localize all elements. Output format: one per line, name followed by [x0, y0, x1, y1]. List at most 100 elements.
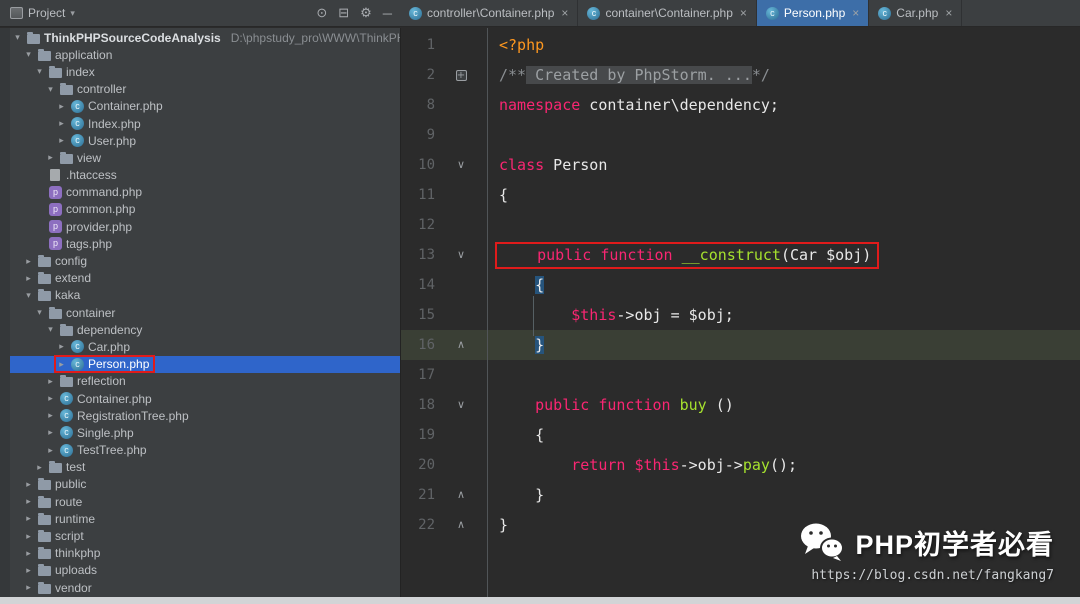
tree-collapsed-arrow-icon[interactable]: ▸ — [23, 479, 34, 490]
fold-down-icon[interactable]: ∨ — [435, 240, 487, 270]
tree-item-extend[interactable]: ▸ extend — [10, 270, 400, 287]
code-text[interactable]: public function buy () — [487, 396, 734, 414]
tree-item-container-php[interactable]: ▸ c Container.php — [10, 98, 400, 115]
tree-item-htaccess[interactable]: .htaccess — [10, 167, 400, 184]
tree-collapsed-arrow-icon[interactable]: ▸ — [23, 548, 34, 559]
project-tool-window-icon[interactable] — [10, 7, 23, 19]
tree-collapsed-arrow-icon[interactable]: ▸ — [56, 118, 67, 129]
tree-collapsed-arrow-icon[interactable]: ▸ — [23, 256, 34, 267]
tree-item-reflection[interactable]: ▸ reflection — [10, 373, 400, 390]
code-text[interactable]: { — [487, 426, 544, 444]
code-text[interactable]: { — [487, 186, 508, 204]
tree-item-command-php[interactable]: p command.php — [10, 184, 400, 201]
close-tab-icon[interactable]: × — [740, 6, 747, 20]
tree-expanded-arrow-icon[interactable]: ▾ — [23, 49, 34, 60]
tree-collapsed-arrow-icon[interactable]: ▸ — [23, 273, 34, 284]
tree-item-route[interactable]: ▸ route — [10, 493, 400, 510]
tree-item-registrationtree-php[interactable]: ▸ c RegistrationTree.php — [10, 407, 400, 424]
tree-collapsed-arrow-icon[interactable]: ▸ — [23, 531, 34, 542]
code-text[interactable]: <?php — [487, 36, 544, 54]
tree-collapsed-arrow-icon[interactable]: ▸ — [45, 410, 56, 421]
fold-up-icon[interactable]: ∧ — [435, 510, 487, 540]
fold-plus-icon[interactable]: + — [435, 60, 487, 90]
tree-item-config[interactable]: ▸ config — [10, 252, 400, 269]
tree-item-user-php[interactable]: ▸ c User.php — [10, 132, 400, 149]
tree-item-index-php[interactable]: ▸ c Index.php — [10, 115, 400, 132]
tree-collapsed-arrow-icon[interactable]: ▸ — [56, 359, 67, 370]
code-text[interactable] — [487, 126, 499, 144]
tree-item-runtime[interactable]: ▸ runtime — [10, 510, 400, 527]
editor-tab-person-php[interactable]: c Person.php × — [756, 0, 870, 26]
fold-up-icon[interactable]: ∧ — [435, 330, 487, 360]
tree-item-tags-php[interactable]: p tags.php — [10, 235, 400, 252]
tree-item-view[interactable]: ▸ view — [10, 149, 400, 166]
tree-collapsed-arrow-icon[interactable]: ▸ — [56, 101, 67, 112]
code-text[interactable]: /** Created by PhpStorm. ...*/ — [487, 66, 770, 84]
fold-down-icon[interactable]: ∨ — [435, 390, 487, 420]
fold-down-icon[interactable]: ∨ — [435, 150, 487, 180]
code-text[interactable] — [487, 216, 499, 234]
project-dropdown-caret-icon[interactable]: ▾ — [70, 8, 75, 19]
tree-item-common-php[interactable]: p common.php — [10, 201, 400, 218]
collapse-all-icon[interactable]: ⊟ — [338, 5, 349, 21]
tree-item-car-php[interactable]: ▸ c Car.php — [10, 338, 400, 355]
code-text[interactable]: { — [487, 276, 545, 294]
tree-item-provider-php[interactable]: p provider.php — [10, 218, 400, 235]
tree-collapsed-arrow-icon[interactable]: ▸ — [23, 565, 34, 576]
code-text[interactable]: public function __construct(Car $obj) — [487, 242, 880, 269]
tree-item-container-php[interactable]: ▸ c Container.php — [10, 390, 400, 407]
tree-item-thinkphpsourcecodeanalysis[interactable]: ▾ ThinkPHPSourceCodeAnalysis D:\phpstudy_p… — [10, 29, 400, 46]
locate-file-icon[interactable]: ⊙ — [316, 5, 327, 21]
tree-collapsed-arrow-icon[interactable]: ▸ — [56, 135, 67, 146]
code-text[interactable]: return $this->obj->pay(); — [487, 456, 797, 474]
tree-collapsed-arrow-icon[interactable]: ▸ — [56, 341, 67, 352]
tree-item-kaka[interactable]: ▾ kaka — [10, 287, 400, 304]
tree-item-public[interactable]: ▸ public — [10, 476, 400, 493]
tree-item-container[interactable]: ▾ container — [10, 304, 400, 321]
code-text[interactable]: class Person — [487, 156, 607, 174]
tree-expanded-arrow-icon[interactable]: ▾ — [34, 307, 45, 318]
tree-item-test[interactable]: ▸ test — [10, 459, 400, 476]
code-text[interactable]: } — [487, 486, 544, 504]
tree-collapsed-arrow-icon[interactable]: ▸ — [34, 462, 45, 473]
editor-tab-controller-container-php[interactable]: c controller\Container.php × — [400, 0, 579, 26]
code-text[interactable]: } — [487, 516, 508, 534]
tree-collapsed-arrow-icon[interactable]: ▸ — [45, 445, 56, 456]
tree-item-application[interactable]: ▾ application — [10, 46, 400, 63]
tree-expanded-arrow-icon[interactable]: ▾ — [34, 66, 45, 77]
tree-item-uploads[interactable]: ▸ uploads — [10, 562, 400, 579]
code-text[interactable]: } — [487, 336, 545, 354]
tree-expanded-arrow-icon[interactable]: ▾ — [12, 32, 23, 43]
tree-item-dependency[interactable]: ▾ dependency — [10, 321, 400, 338]
close-tab-icon[interactable]: × — [561, 6, 568, 20]
tree-item-script[interactable]: ▸ script — [10, 527, 400, 544]
tree-expanded-arrow-icon[interactable]: ▾ — [45, 324, 56, 335]
tree-collapsed-arrow-icon[interactable]: ▸ — [45, 152, 56, 163]
close-tab-icon[interactable]: × — [945, 6, 952, 20]
tree-collapsed-arrow-icon[interactable]: ▸ — [23, 582, 34, 593]
tree-collapsed-arrow-icon[interactable]: ▸ — [45, 376, 56, 387]
tree-collapsed-arrow-icon[interactable]: ▸ — [45, 427, 56, 438]
tree-item-person-php[interactable]: ▸ c Person.php — [10, 355, 400, 374]
tree-item-vendor[interactable]: ▸ vendor — [10, 579, 400, 596]
tree-item-index[interactable]: ▾ index — [10, 63, 400, 80]
fold-up-icon[interactable]: ∧ — [435, 480, 487, 510]
code-text[interactable] — [487, 366, 499, 384]
settings-gear-icon[interactable]: ⚙ — [360, 5, 372, 21]
tree-item-controller[interactable]: ▾ controller — [10, 81, 400, 98]
tree-collapsed-arrow-icon[interactable]: ▸ — [45, 393, 56, 404]
code-text[interactable]: $this->obj = $obj; — [487, 306, 734, 324]
tree-item-thinkphp[interactable]: ▸ thinkphp — [10, 545, 400, 562]
tree-item-single-php[interactable]: ▸ c Single.php — [10, 424, 400, 441]
tree-item-testtree-php[interactable]: ▸ c TestTree.php — [10, 442, 400, 459]
project-panel-title[interactable]: Project — [28, 6, 65, 20]
tree-collapsed-arrow-icon[interactable]: ▸ — [23, 513, 34, 524]
close-tab-icon[interactable]: × — [852, 6, 859, 20]
hide-panel-icon[interactable]: ─ — [383, 6, 392, 21]
code-text[interactable]: namespace container\dependency; — [487, 96, 779, 114]
tree-collapsed-arrow-icon[interactable]: ▸ — [23, 496, 34, 507]
editor-tab-car-php[interactable]: c Car.php × — [869, 0, 963, 26]
tree-expanded-arrow-icon[interactable]: ▾ — [45, 84, 56, 95]
tree-expanded-arrow-icon[interactable]: ▾ — [23, 290, 34, 301]
editor-tab-container-container-php[interactable]: c container\Container.php × — [578, 0, 757, 26]
